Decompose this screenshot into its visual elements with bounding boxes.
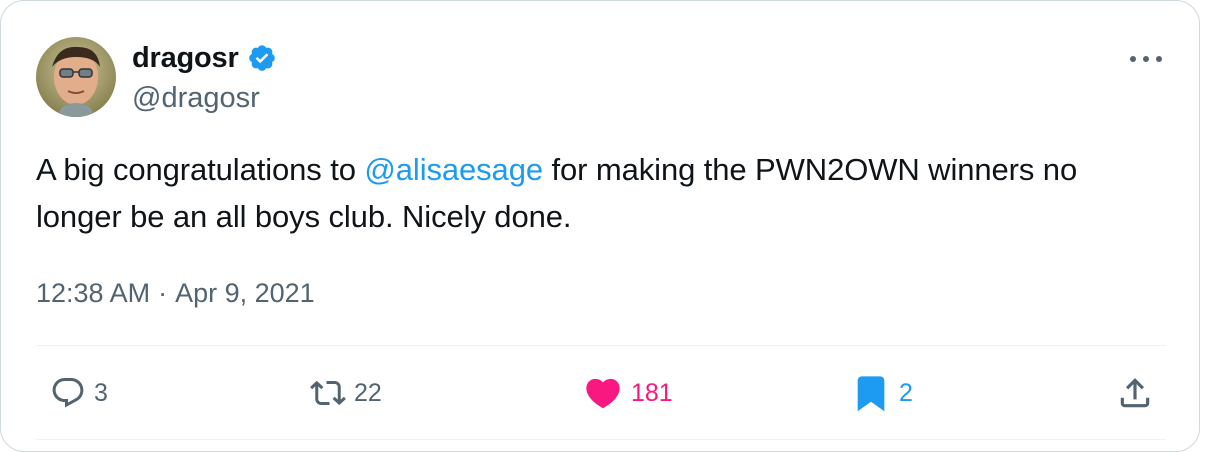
bookmark-count: 2 — [899, 378, 913, 407]
share-button[interactable] — [1116, 347, 1154, 439]
divider — [36, 439, 1166, 440]
user-handle[interactable]: @dragosr — [132, 82, 260, 115]
tweet-date[interactable]: Apr 9, 2021 — [175, 278, 315, 309]
mention-link[interactable]: @alisaesage — [364, 152, 543, 187]
display-name[interactable]: dragosr — [132, 42, 239, 75]
tweet-time[interactable]: 12:38 AM — [36, 278, 150, 309]
tweet-text-before: A big congratulations to — [36, 152, 365, 187]
tweet-text: A big congratulations to @alisaesage for… — [36, 146, 1171, 240]
bookmark-icon — [857, 376, 885, 412]
verified-badge-icon[interactable] — [247, 43, 277, 73]
avatar[interactable] — [36, 37, 116, 117]
reply-button[interactable]: 3 — [50, 347, 108, 439]
reply-icon — [52, 378, 84, 408]
timestamp-separator: · — [158, 278, 168, 308]
timestamp: 12:38 AM · Apr 9, 2021 — [36, 278, 315, 309]
like-button[interactable]: 181 — [583, 347, 673, 439]
more-icon[interactable] — [1124, 45, 1168, 73]
tweet-card: dragosr @dragosr A big congratulations t… — [0, 0, 1200, 452]
heart-icon — [586, 378, 620, 409]
retweet-button[interactable]: 22 — [310, 347, 382, 439]
retweet-icon — [310, 380, 346, 406]
like-count: 181 — [631, 378, 673, 407]
retweet-count: 22 — [354, 378, 382, 407]
action-bar: 3 22 181 2 — [36, 347, 1166, 439]
reply-count: 3 — [94, 378, 108, 407]
bookmark-button[interactable]: 2 — [851, 347, 913, 439]
share-icon — [1120, 378, 1150, 408]
divider — [36, 345, 1166, 346]
